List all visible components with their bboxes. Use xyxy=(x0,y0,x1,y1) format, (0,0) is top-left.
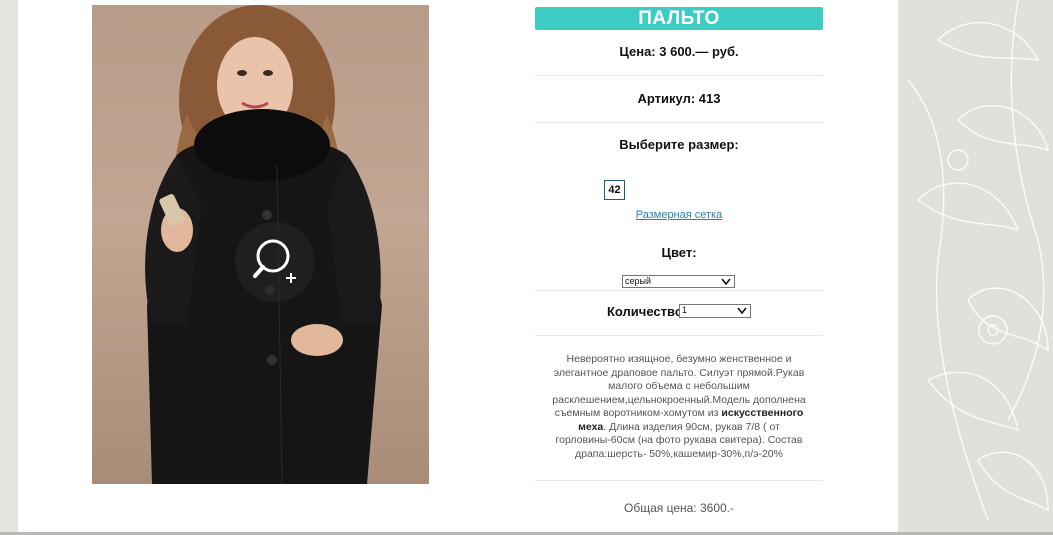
product-price: Цена: 3 600.— руб. xyxy=(619,44,739,59)
divider xyxy=(535,290,823,291)
color-select[interactable]: серый xyxy=(622,275,735,288)
divider xyxy=(535,122,823,123)
size-chart-link[interactable]: Размерная сетка xyxy=(535,209,823,221)
product-photo[interactable] xyxy=(92,5,429,484)
page-background-right xyxy=(898,0,1053,535)
divider xyxy=(535,480,823,481)
color-select-value: серый xyxy=(625,276,652,286)
color-label: Цвет: xyxy=(661,245,697,260)
chevron-down-icon xyxy=(721,278,731,286)
page-background-left xyxy=(0,0,18,535)
quantity-select[interactable]: 1 xyxy=(679,304,751,318)
divider xyxy=(535,335,823,336)
zoom-in-icon xyxy=(253,239,296,283)
product-title: ПАЛЬТО xyxy=(535,7,823,30)
total-price: Общая цена: 3600.- xyxy=(624,501,734,515)
chevron-down-icon xyxy=(737,307,747,315)
zoom-button[interactable] xyxy=(235,222,315,302)
size-option-42[interactable]: 42 xyxy=(604,180,625,200)
quantity-select-value: 1 xyxy=(682,305,688,315)
product-article: Артикул: 413 xyxy=(637,91,721,106)
divider xyxy=(535,75,823,76)
choose-size-label: Выберите размер: xyxy=(619,137,739,152)
quantity-label: Количество: xyxy=(607,304,688,319)
product-description: Невероятно изящное, безумно женственное … xyxy=(540,353,818,461)
